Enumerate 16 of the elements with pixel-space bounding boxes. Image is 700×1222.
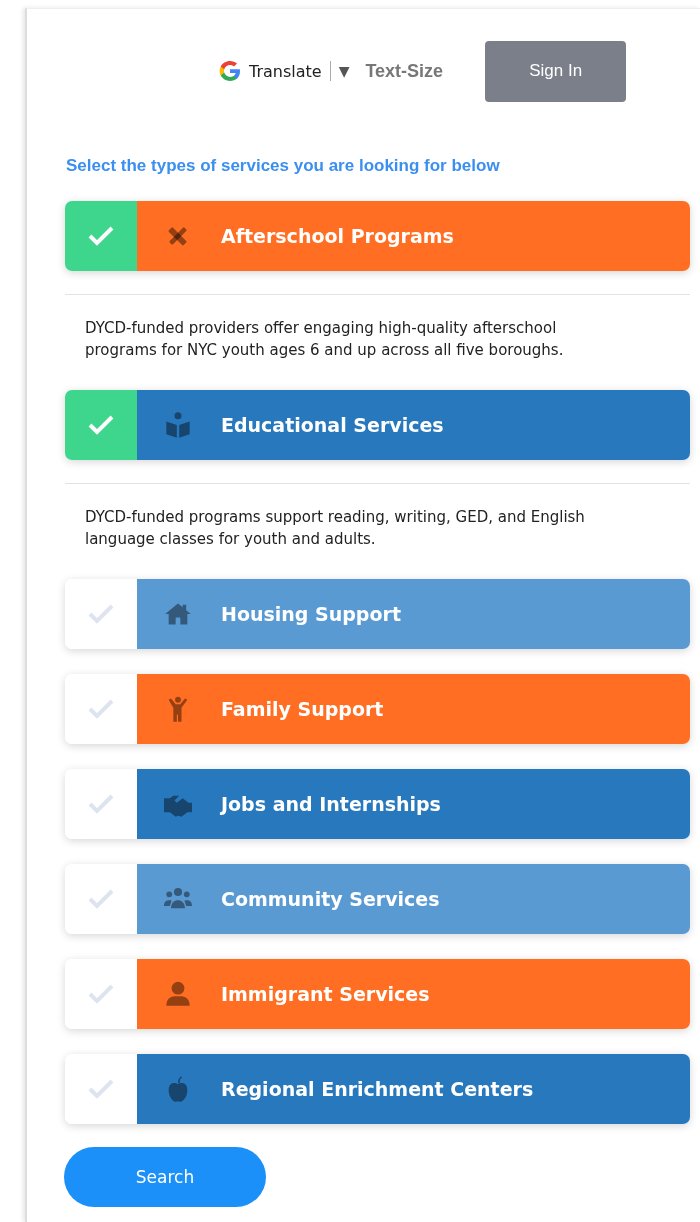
service-label: Community Services [221,888,440,910]
instruction-text: Select the types of services you are looking for below [66,156,501,176]
service-description: DYCD-funded providers offer engaging high-quality afterschool programs for NYC youth ages 6 and up across all five boroughs. [85,318,565,361]
service-label: Regional Enrichment Centers [221,1078,534,1100]
dropdown-arrow[interactable]: ▼ [338,63,350,79]
service-label: Jobs and Internships [221,793,441,815]
service-description: DYCD-funded programs support reading, writing, GED, and English language classes for youth and adults. [85,507,586,550]
sign-in-button[interactable]: Sign In [485,40,627,102]
service-label: Immigrant Services [221,983,430,1005]
service-label: Housing Support [221,603,401,625]
text-size-link[interactable]: Text-Size [365,60,444,82]
service-label: Family Support [221,698,384,720]
service-label: Educational Services [221,414,444,436]
translate-link[interactable]: Translate [249,61,322,81]
service-label: Afterschool Programs [221,225,454,247]
search-button[interactable]: Search [64,1147,266,1207]
